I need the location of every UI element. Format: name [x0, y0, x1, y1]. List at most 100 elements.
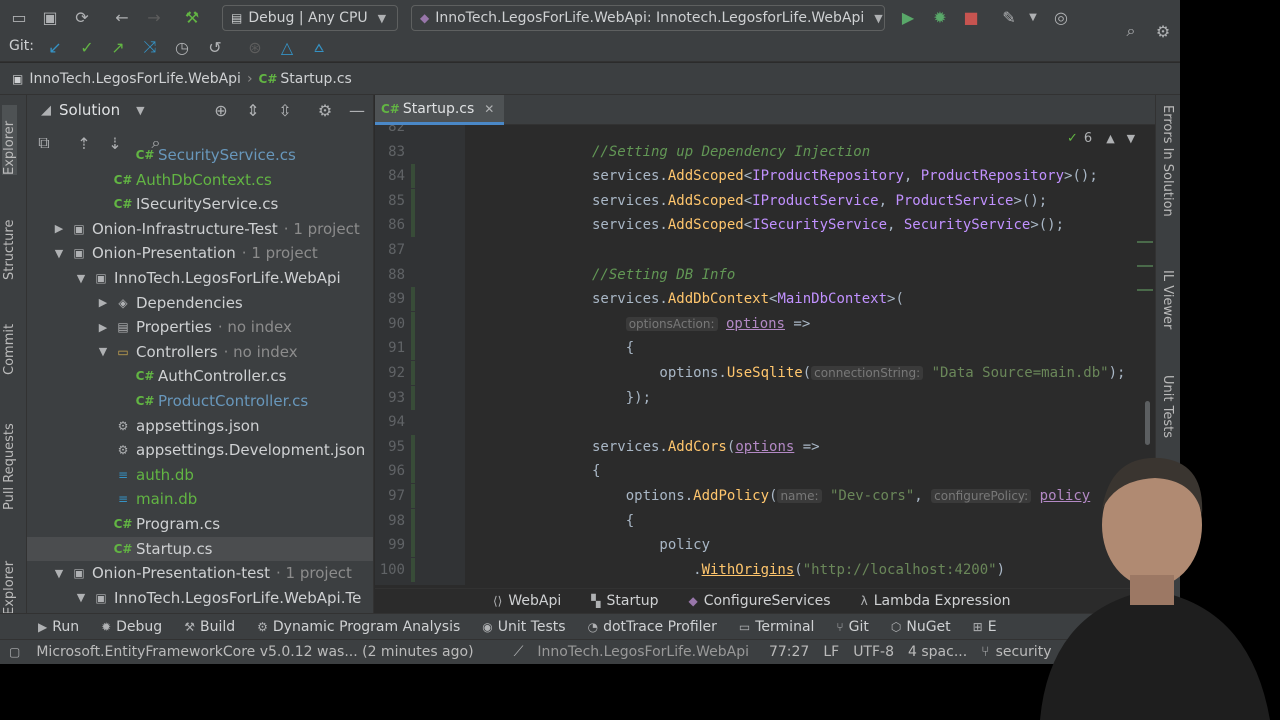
tab-startup-cs[interactable]: C# Startup.cs ✕ [375, 95, 505, 125]
tool-tab-dpa[interactable]: ⚙ Dynamic Program Analysis [257, 619, 460, 635]
status-project[interactable]: InnoTech.LegosForLife.WebApi [537, 644, 749, 660]
tree-item[interactable]: C# AuthController.cs [27, 364, 373, 388]
code-line[interactable]: 86 services.AddScoped<ISecurityService, S… [375, 213, 1155, 238]
collapse-all-icon[interactable]: ⇳ [274, 99, 296, 121]
debug-icon[interactable]: ✹ [929, 6, 951, 28]
tool-tab-explorer-bottom[interactable]: Explorer [2, 535, 17, 615]
chevron-down-icon[interactable]: ▼ [1022, 6, 1044, 28]
chevron-right-icon[interactable]: ▶ [49, 222, 69, 235]
status-position[interactable]: 77:27 [769, 644, 809, 660]
history-icon[interactable]: ◷ [171, 36, 193, 58]
code-line[interactable]: 89 services.AddDbContext<MainDbContext>( [375, 287, 1155, 312]
coverage-icon[interactable]: ◎ [1050, 6, 1072, 28]
sync-icon[interactable]: ⟳ [71, 6, 93, 28]
build-hammer-icon[interactable]: ⚒ [181, 6, 203, 28]
run-configuration-combo[interactable]: ◆ InnoTech.LegosForLife.WebApi: Innotech… [411, 5, 885, 31]
code-line[interactable]: 82 [375, 125, 1155, 139]
code-line[interactable]: 93 }); [375, 385, 1155, 410]
tree-item[interactable]: C# SecurityService.cs [27, 143, 373, 167]
expand-all-icon[interactable]: ⇕ [242, 99, 264, 121]
git-push-icon[interactable]: ↗ [107, 36, 129, 58]
chevron-down-icon[interactable]: ▼ [1127, 132, 1135, 145]
breadcrumb-project[interactable]: InnoTech.LegosForLife.WebApi [29, 71, 241, 87]
solution-title[interactable]: Solution [59, 101, 120, 119]
git-commit-icon[interactable]: ✓ [76, 36, 98, 58]
vertical-scrollbar[interactable] [1145, 401, 1150, 445]
tree-item[interactable]: ⚙ appsettings.Development.json [27, 438, 373, 462]
tool-tab-pull-requests[interactable]: Pull Requests [2, 400, 17, 510]
breadcrumb-file[interactable]: Startup.cs [280, 71, 351, 87]
status-line-separator[interactable]: LF [823, 644, 839, 660]
configuration-combo[interactable]: ▤ Debug | Any CPU ▼ [222, 5, 398, 31]
code-line[interactable]: 85 services.AddScoped<IProductService, Pr… [375, 188, 1155, 213]
rollback-icon[interactable]: ↺ [204, 36, 226, 58]
chevron-down-icon[interactable]: ▼ [49, 567, 69, 580]
tool-tab-terminal[interactable]: ▭ Terminal [739, 619, 815, 635]
gear-icon[interactable]: ⚙ [314, 99, 336, 121]
tool-tab-il-viewer[interactable]: IL Viewer [1160, 270, 1175, 350]
git-merge-icon[interactable]: ⩟ [308, 36, 330, 58]
status-indent[interactable]: 4 spac... [908, 644, 967, 660]
tree-item[interactable]: ▼ ▣ InnoTech.LegosForLife.WebApi [27, 266, 373, 290]
chevron-down-icon[interactable]: ▼ [136, 104, 144, 117]
chevron-down-icon[interactable]: ▼ [49, 247, 69, 260]
code-line[interactable]: 90 optionsAction: options => [375, 311, 1155, 336]
crumb-class[interactable]: ▚ Startup [591, 593, 658, 609]
minimize-icon[interactable]: — [346, 99, 368, 121]
code-line[interactable]: 84 services.AddScoped<IProductRepository,… [375, 164, 1155, 189]
tool-tab-errors[interactable]: Errors In Solution [1160, 105, 1175, 255]
crumb-lambda[interactable]: λ Lambda Expression [861, 593, 1011, 609]
code-line[interactable]: 83 //Setting up Dependency Injection [375, 140, 1155, 164]
tool-tab-git[interactable]: ⑂ Git [836, 619, 868, 635]
git-fetch-icon[interactable]: ⊛ [244, 36, 266, 58]
code-line[interactable]: 88 //Setting DB Info [375, 263, 1155, 287]
tree-item[interactable]: C# ISecurityService.cs [27, 192, 373, 216]
tree-item[interactable]: ▼ ▣ Onion-Presentation-test · 1 project [27, 561, 373, 585]
chevron-down-icon[interactable]: ▼ [93, 345, 113, 358]
tree-item[interactable]: C# Program.cs [27, 512, 373, 536]
tree-item[interactable]: ▶ ◈ Dependencies [27, 291, 373, 315]
stop-icon[interactable]: ■ [960, 6, 982, 28]
tool-tab-build[interactable]: ⚒ Build [184, 619, 235, 635]
crumb-method[interactable]: ◆ ConfigureServices [688, 593, 830, 609]
attach-icon[interactable]: ✎ [998, 6, 1020, 28]
back-icon[interactable]: ← [111, 6, 133, 28]
save-icon[interactable]: ▣ [39, 6, 61, 28]
tree-item[interactable]: ▼ ▣ InnoTech.LegosForLife.WebApi.Te [27, 586, 373, 610]
tree-item[interactable]: ▶ ▤ Properties · no index [27, 315, 373, 339]
tool-tab-unit-tests[interactable]: ◉ Unit Tests [482, 619, 565, 635]
tree-item[interactable]: C# AuthDbContext.cs [27, 168, 373, 192]
git-update-icon[interactable]: ↙ [44, 36, 66, 58]
folder-icon[interactable]: ▭ [8, 6, 30, 28]
tree-item[interactable]: ⚙ appsettings.json [27, 414, 373, 438]
gear-icon[interactable]: ⚙ [1152, 20, 1174, 42]
locate-icon[interactable]: ⊕ [210, 99, 232, 121]
tool-tab-explorer[interactable]: Explorer [2, 105, 17, 175]
code-line[interactable]: 92 options.UseSqlite(connectionString: "… [375, 361, 1155, 385]
tree-item[interactable]: ≡ auth.db [27, 463, 373, 487]
chevron-down-icon[interactable]: ▼ [71, 272, 91, 285]
tool-tab-nuget[interactable]: ⬡ NuGet [891, 619, 951, 635]
crumb-namespace[interactable]: ⟨⟩ WebApi [493, 593, 561, 609]
forward-icon[interactable]: → [143, 6, 165, 28]
tool-tab-structure[interactable]: Structure [2, 200, 17, 280]
git-pull-icon[interactable]: △ [276, 36, 298, 58]
tree-item[interactable]: ▼ ▭ Controllers · no index [27, 340, 373, 364]
status-message[interactable]: Microsoft.EntityFrameworkCore v5.0.12 wa… [36, 644, 473, 660]
tree-item[interactable]: ≡ main.db [27, 487, 373, 511]
tree-item[interactable]: C# Startup.cs [27, 536, 373, 561]
tree-item[interactable]: C# ProductController.cs [27, 389, 373, 413]
git-branches-icon[interactable]: ⤨ [139, 36, 161, 58]
tool-tab-more[interactable]: ⊞ E [973, 619, 997, 635]
status-window-icon[interactable]: ▢ [9, 645, 20, 659]
tree-item[interactable]: ▼ ▣ Onion-Presentation · 1 project [27, 241, 373, 265]
close-icon[interactable]: ✕ [484, 102, 494, 116]
run-icon[interactable]: ▶ [897, 6, 919, 28]
chevron-down-icon[interactable]: ▼ [71, 591, 91, 604]
code-line[interactable]: 91 { [375, 336, 1155, 361]
tool-tab-dottrace[interactable]: ◔ dotTrace Profiler [588, 619, 717, 635]
code-line[interactable]: 94 [375, 410, 1155, 434]
chevron-right-icon[interactable]: ▶ [93, 296, 113, 309]
inspection-widget[interactable]: ✓ 6 ▲ ▼ [1067, 131, 1135, 146]
tool-tab-debug[interactable]: ✹ Debug [101, 619, 162, 635]
